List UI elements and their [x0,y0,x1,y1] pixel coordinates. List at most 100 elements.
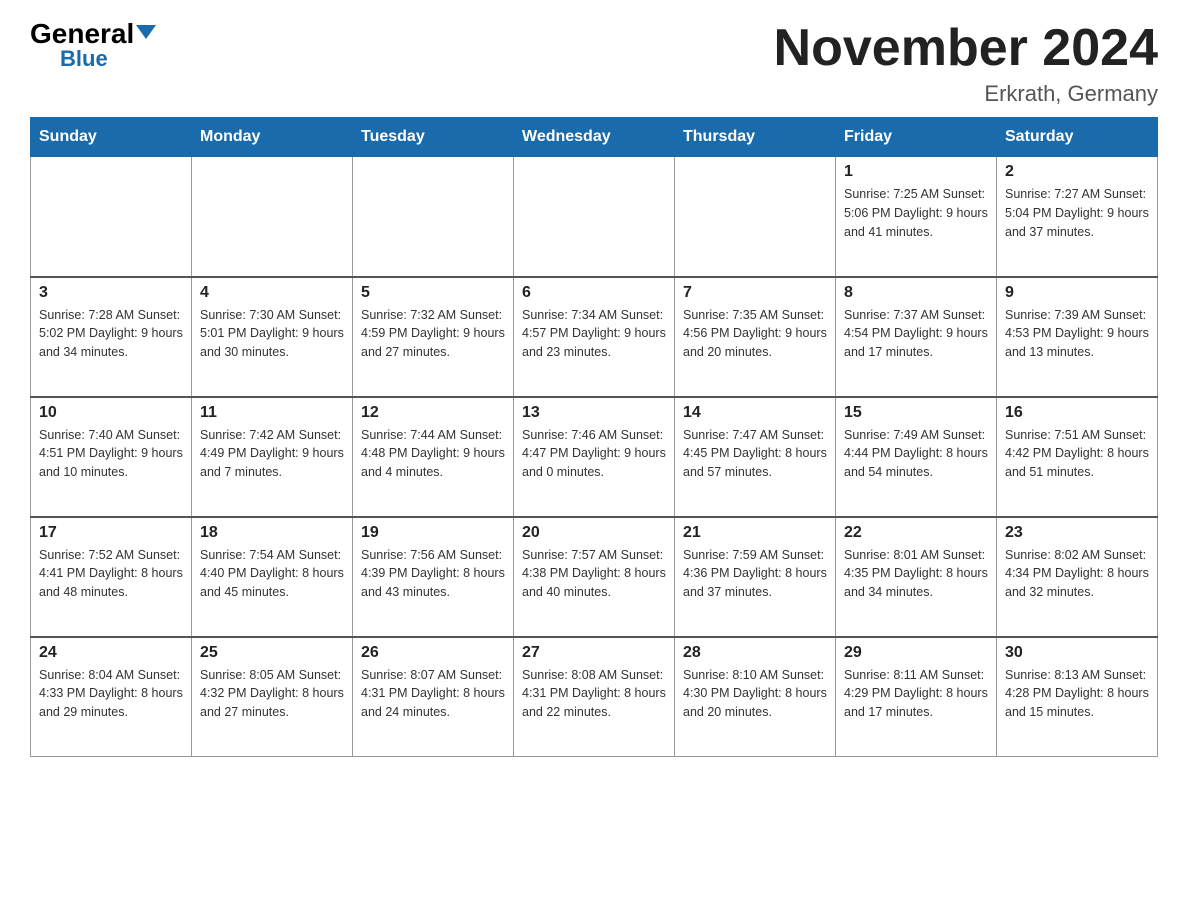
calendar-cell: 25Sunrise: 8:05 AM Sunset: 4:32 PM Dayli… [192,637,353,757]
calendar-cell: 8 Sunrise: 7:37 AM Sunset: 4:54 PM Daylig… [836,277,997,397]
day-number: 9 [1005,284,1149,302]
day-number: 21 [683,524,827,542]
day-info: Sunrise: 7:54 AM Sunset: 4:40 PM Dayligh… [200,546,344,602]
day-info: Sunrise: 7:37 AM Sunset: 4:54 PM Dayligh… [844,306,988,362]
calendar-cell: 24 Sunrise: 8:04 AM Sunset: 4:33 PM Dayli… [31,637,192,757]
calendar-table: SundayMondayTuesdayWednesdayThursdayFrid… [30,117,1158,757]
day-number: 19 [361,524,505,542]
day-number: 6 [522,284,666,302]
day-number: 20 [522,524,666,542]
calendar-cell: 11 Sunrise: 7:42 AM Sunset: 4:49 PM Dayli… [192,397,353,517]
calendar-header-saturday: Saturday [997,118,1158,157]
calendar-cell: 22 Sunrise: 8:01 AM Sunset: 4:35 PM Dayli… [836,517,997,637]
day-info: Sunrise: 8:02 AM Sunset: 4:34 PM Dayligh… [1005,546,1149,602]
day-number: 13 [522,404,666,422]
day-number: 26 [361,644,505,662]
day-info: Sunrise: 8:01 AM Sunset: 4:35 PM Dayligh… [844,546,988,602]
calendar-cell: 20 Sunrise: 7:57 AM Sunset: 4:38 PM Dayli… [514,517,675,637]
day-number: 15 [844,404,988,422]
day-info: Sunrise: 7:39 AM Sunset: 4:53 PM Dayligh… [1005,306,1149,362]
day-number: 5 [361,284,505,302]
day-info: Sunrise: 8:08 AM Sunset: 4:31 PM Dayligh… [522,666,666,722]
day-info: Sunrise: 7:40 AM Sunset: 4:51 PM Dayligh… [39,426,183,482]
calendar-header-tuesday: Tuesday [353,118,514,157]
calendar-cell [31,157,192,277]
calendar-cell: 19 Sunrise: 7:56 AM Sunset: 4:39 PM Dayli… [353,517,514,637]
calendar-cell: 17Sunrise: 7:52 AM Sunset: 4:41 PM Dayli… [31,517,192,637]
calendar-week-row: 24 Sunrise: 8:04 AM Sunset: 4:33 PM Dayli… [31,637,1158,757]
calendar-cell: 27 Sunrise: 8:08 AM Sunset: 4:31 PM Dayli… [514,637,675,757]
calendar-week-row: 17Sunrise: 7:52 AM Sunset: 4:41 PM Dayli… [31,517,1158,637]
day-number: 16 [1005,404,1149,422]
day-number: 28 [683,644,827,662]
calendar-cell: 26 Sunrise: 8:07 AM Sunset: 4:31 PM Dayli… [353,637,514,757]
day-info: Sunrise: 7:56 AM Sunset: 4:39 PM Dayligh… [361,546,505,602]
calendar-cell: 5 Sunrise: 7:32 AM Sunset: 4:59 PM Daylig… [353,277,514,397]
day-number: 29 [844,644,988,662]
calendar-cell: 16 Sunrise: 7:51 AM Sunset: 4:42 PM Dayli… [997,397,1158,517]
logo-blue-text: Blue [60,48,108,70]
calendar-cell: 23 Sunrise: 8:02 AM Sunset: 4:34 PM Dayli… [997,517,1158,637]
day-number: 24 [39,644,183,662]
day-info: Sunrise: 7:30 AM Sunset: 5:01 PM Dayligh… [200,306,344,362]
day-info: Sunrise: 8:10 AM Sunset: 4:30 PM Dayligh… [683,666,827,722]
day-info: Sunrise: 8:13 AM Sunset: 4:28 PM Dayligh… [1005,666,1149,722]
calendar-cell: 30 Sunrise: 8:13 AM Sunset: 4:28 PM Dayli… [997,637,1158,757]
calendar-cell: 1Sunrise: 7:25 AM Sunset: 5:06 PM Daylig… [836,157,997,277]
day-number: 27 [522,644,666,662]
page-header: General Blue November 2024 Erkrath, Germ… [30,20,1158,107]
logo: General Blue [30,20,156,70]
day-number: 12 [361,404,505,422]
calendar-cell: 7Sunrise: 7:35 AM Sunset: 4:56 PM Daylig… [675,277,836,397]
day-info: Sunrise: 7:34 AM Sunset: 4:57 PM Dayligh… [522,306,666,362]
calendar-cell [192,157,353,277]
day-info: Sunrise: 7:32 AM Sunset: 4:59 PM Dayligh… [361,306,505,362]
day-number: 4 [200,284,344,302]
day-info: Sunrise: 8:07 AM Sunset: 4:31 PM Dayligh… [361,666,505,722]
logo-general-text: General [30,20,134,48]
calendar-cell [353,157,514,277]
day-info: Sunrise: 8:11 AM Sunset: 4:29 PM Dayligh… [844,666,988,722]
day-number: 23 [1005,524,1149,542]
calendar-header-monday: Monday [192,118,353,157]
calendar-cell: 29 Sunrise: 8:11 AM Sunset: 4:29 PM Dayli… [836,637,997,757]
day-number: 11 [200,404,344,422]
day-info: Sunrise: 7:51 AM Sunset: 4:42 PM Dayligh… [1005,426,1149,482]
calendar-cell: 18Sunrise: 7:54 AM Sunset: 4:40 PM Dayli… [192,517,353,637]
day-info: Sunrise: 7:57 AM Sunset: 4:38 PM Dayligh… [522,546,666,602]
calendar-cell: 3Sunrise: 7:28 AM Sunset: 5:02 PM Daylig… [31,277,192,397]
calendar-week-row: 10 Sunrise: 7:40 AM Sunset: 4:51 PM Dayli… [31,397,1158,517]
day-number: 10 [39,404,183,422]
day-number: 25 [200,644,344,662]
day-number: 17 [39,524,183,542]
calendar-week-row: 3Sunrise: 7:28 AM Sunset: 5:02 PM Daylig… [31,277,1158,397]
logo-triangle-icon [136,25,156,39]
month-title: November 2024 [774,20,1158,77]
day-info: Sunrise: 7:46 AM Sunset: 4:47 PM Dayligh… [522,426,666,482]
day-number: 7 [683,284,827,302]
day-info: Sunrise: 7:44 AM Sunset: 4:48 PM Dayligh… [361,426,505,482]
day-number: 30 [1005,644,1149,662]
calendar-cell: 12 Sunrise: 7:44 AM Sunset: 4:48 PM Dayli… [353,397,514,517]
calendar-cell: 28 Sunrise: 8:10 AM Sunset: 4:30 PM Dayli… [675,637,836,757]
calendar-cell: 10 Sunrise: 7:40 AM Sunset: 4:51 PM Dayli… [31,397,192,517]
day-info: Sunrise: 7:59 AM Sunset: 4:36 PM Dayligh… [683,546,827,602]
day-info: Sunrise: 7:49 AM Sunset: 4:44 PM Dayligh… [844,426,988,482]
calendar-cell: 2Sunrise: 7:27 AM Sunset: 5:04 PM Daylig… [997,157,1158,277]
calendar-header-wednesday: Wednesday [514,118,675,157]
calendar-cell: 13 Sunrise: 7:46 AM Sunset: 4:47 PM Dayli… [514,397,675,517]
calendar-cell: 15 Sunrise: 7:49 AM Sunset: 4:44 PM Dayli… [836,397,997,517]
calendar-cell: 21 Sunrise: 7:59 AM Sunset: 4:36 PM Dayli… [675,517,836,637]
calendar-cell: 14Sunrise: 7:47 AM Sunset: 4:45 PM Dayli… [675,397,836,517]
day-info: Sunrise: 7:47 AM Sunset: 4:45 PM Dayligh… [683,426,827,482]
calendar-header-thursday: Thursday [675,118,836,157]
day-info: Sunrise: 8:04 AM Sunset: 4:33 PM Dayligh… [39,666,183,722]
day-number: 2 [1005,163,1149,181]
day-info: Sunrise: 7:42 AM Sunset: 4:49 PM Dayligh… [200,426,344,482]
day-number: 1 [844,163,988,181]
calendar-week-row: 1Sunrise: 7:25 AM Sunset: 5:06 PM Daylig… [31,157,1158,277]
day-number: 22 [844,524,988,542]
day-number: 8 [844,284,988,302]
calendar-cell: 6 Sunrise: 7:34 AM Sunset: 4:57 PM Daylig… [514,277,675,397]
calendar-header-row: SundayMondayTuesdayWednesdayThursdayFrid… [31,118,1158,157]
